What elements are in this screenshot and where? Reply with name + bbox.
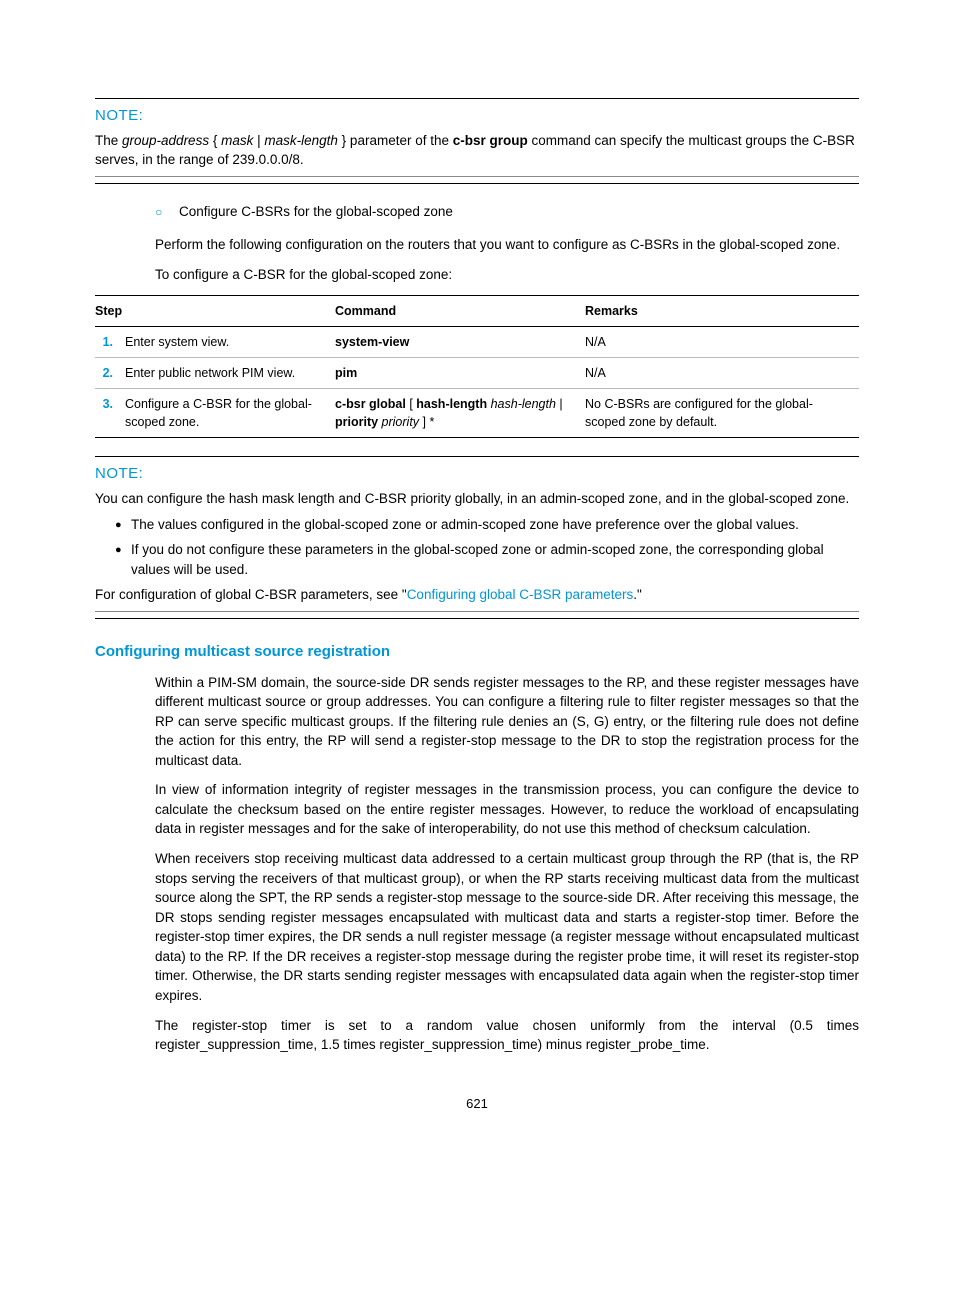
step-desc: Enter public network PIM view. — [125, 357, 335, 388]
sub-list: ○ Configure C-BSRs for the global-scoped… — [95, 202, 859, 222]
step-num: 3. — [95, 388, 125, 437]
note-intro: You can configure the hash mask length a… — [95, 489, 859, 509]
sub-item-caption: To configure a C-BSR for the global-scop… — [95, 265, 859, 285]
list-item: ● If you do not configure these paramete… — [115, 540, 859, 579]
step-cmd: c-bsr global [ hash-length hash-length |… — [335, 388, 585, 437]
paragraph: In view of information integrity of regi… — [95, 780, 859, 839]
bullet-icon: ● — [115, 540, 131, 579]
bullet-icon: ● — [115, 515, 131, 535]
circle-bullet-icon: ○ — [155, 202, 179, 222]
section-heading: Configuring multicast source registratio… — [95, 641, 859, 663]
step-remarks: No C-BSRs are configured for the global-… — [585, 388, 859, 437]
text: { — [209, 133, 221, 148]
step-remarks: N/A — [585, 326, 859, 357]
col-step: Step — [95, 295, 335, 326]
cmd-tail: ] * — [419, 415, 434, 429]
text: | — [253, 133, 264, 148]
paragraph: The register-stop timer is set to a rand… — [95, 1016, 859, 1055]
table-row: 3. Configure a C-BSR for the global-scop… — [95, 388, 859, 437]
cmd-i2: hash-length — [487, 397, 556, 411]
step-desc: Enter system view. — [125, 326, 335, 357]
col-command: Command — [335, 295, 585, 326]
note-body: You can configure the hash mask length a… — [95, 489, 859, 612]
step-cmd: pim — [335, 357, 585, 388]
mask-length-param: mask-length — [264, 133, 338, 148]
bullet-text: The values configured in the global-scop… — [131, 515, 859, 535]
table-row: 1. Enter system view. system-view N/A — [95, 326, 859, 357]
page-number: 621 — [95, 1095, 859, 1114]
list-item: ● The values configured in the global-sc… — [115, 515, 859, 535]
text: } parameter of the — [338, 133, 453, 148]
cmd-p1: [ — [406, 397, 416, 411]
note-body: The group-address { mask | mask-length }… — [95, 131, 859, 177]
note-title: NOTE: — [95, 463, 859, 485]
table-header-row: Step Command Remarks — [95, 295, 859, 326]
paragraph: When receivers stop receiving multicast … — [95, 849, 859, 1006]
cmd-bold: system-view — [335, 335, 409, 349]
note-text: The — [95, 133, 122, 148]
cmd-i3: priority — [378, 415, 419, 429]
paragraph: Within a PIM-SM domain, the source-side … — [95, 673, 859, 771]
note-bullet-list: ● The values configured in the global-sc… — [95, 515, 859, 580]
table-row: 2. Enter public network PIM view. pim N/… — [95, 357, 859, 388]
step-num: 1. — [95, 326, 125, 357]
note-box-1: NOTE: The group-address { mask | mask-le… — [95, 98, 859, 184]
bullet-text: If you do not configure these parameters… — [131, 540, 859, 579]
note-box-2: NOTE: You can configure the hash mask le… — [95, 456, 859, 619]
cmd-p2: | — [556, 397, 563, 411]
step-cmd: system-view — [335, 326, 585, 357]
group-address-param: group-address — [122, 133, 209, 148]
sub-item: ○ Configure C-BSRs for the global-scoped… — [155, 202, 859, 222]
sub-item-text: Configure C-BSRs for the global-scoped z… — [179, 202, 859, 222]
note-title: NOTE: — [95, 105, 859, 127]
sub-item-desc: Perform the following configuration on t… — [95, 235, 859, 255]
note-footer: For configuration of global C-BSR parame… — [95, 585, 859, 605]
footer-post: ." — [633, 587, 642, 602]
col-remarks: Remarks — [585, 295, 859, 326]
cmd-bold: pim — [335, 366, 357, 380]
step-desc: Configure a C-BSR for the global-scoped … — [125, 388, 335, 437]
footer-pre: For configuration of global C-BSR parame… — [95, 587, 407, 602]
config-cbsr-link[interactable]: Configuring global C-BSR parameters — [407, 587, 634, 602]
cmd-b2: hash-length — [416, 397, 487, 411]
cbsr-group-cmd: c-bsr group — [453, 133, 528, 148]
cmd-b1: c-bsr global — [335, 397, 406, 411]
step-remarks: N/A — [585, 357, 859, 388]
mask-param: mask — [221, 133, 253, 148]
step-num: 2. — [95, 357, 125, 388]
cmd-b3: priority — [335, 415, 378, 429]
steps-table: Step Command Remarks 1. Enter system vie… — [95, 295, 859, 439]
